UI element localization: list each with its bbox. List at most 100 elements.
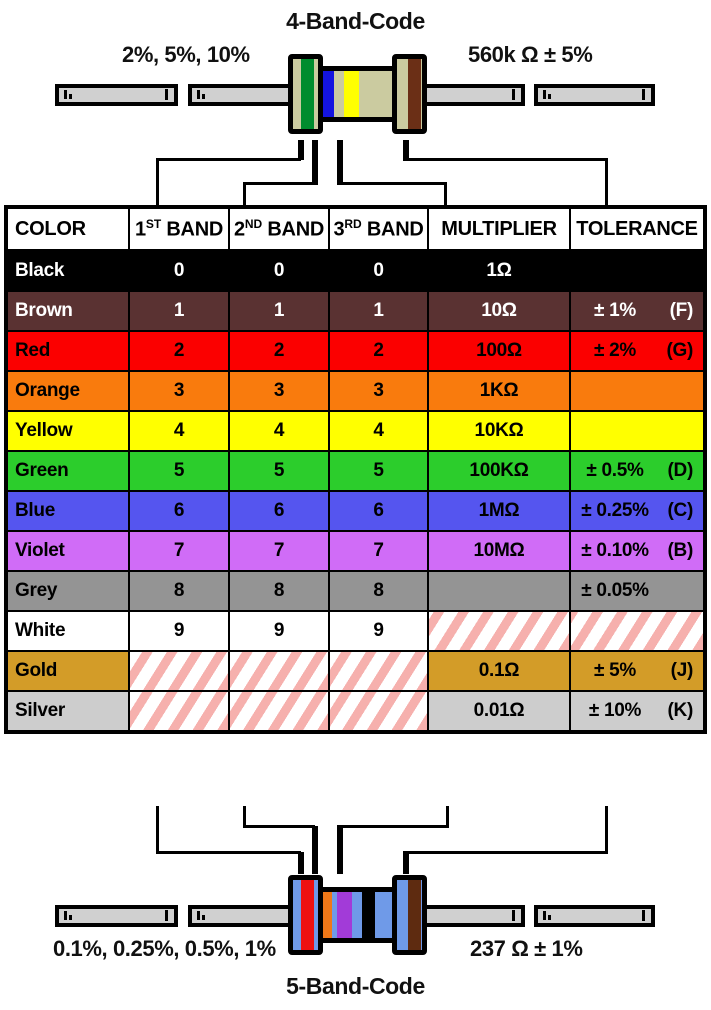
- band-violet: [337, 892, 352, 938]
- table-row: Silver 0.01Ω ± 10% (K): [5, 690, 706, 733]
- cell-band1: 4: [128, 410, 230, 452]
- table-row: Red 2 2 2 100Ω ± 2% (G): [5, 330, 706, 372]
- cell-band3: 1: [328, 290, 429, 332]
- top-left-tolerance-label: 2%, 5%, 10%: [122, 42, 250, 67]
- cell-multiplier: 10KΩ: [427, 410, 571, 452]
- table-row: Black 0 0 0 1Ω: [5, 249, 706, 292]
- cell-band1: 2: [128, 330, 230, 372]
- lead-segment: [534, 84, 655, 106]
- top-connector-brackets: [0, 134, 711, 206]
- band-green: [301, 59, 314, 129]
- cell-band3: 7: [328, 530, 429, 572]
- cell-band3: 9: [328, 610, 429, 652]
- cell-color: Orange: [5, 370, 130, 412]
- bracket-band2-stub: [312, 140, 318, 185]
- cell-band1: 9: [128, 610, 230, 652]
- cell-band1: 0: [128, 249, 230, 292]
- lead-segment: [55, 905, 178, 927]
- cell-color: Yellow: [5, 410, 130, 452]
- cell-multiplier: 100KΩ: [427, 450, 571, 492]
- lead-segment: [55, 84, 178, 106]
- cell-tolerance: ± 0.5% (D): [569, 450, 706, 492]
- cell-band2: 1: [228, 290, 330, 332]
- bottom-diagram-title: 5-Band-Code: [286, 973, 425, 999]
- cell-tolerance: ± 0.05%: [569, 570, 706, 612]
- bracket-band1-stub: [298, 140, 304, 160]
- table-body: Black 0 0 0 1Ω Brown 1 1 1 10Ω ± 1% (F) Red 2 2 2 100Ω ± …: [5, 249, 706, 733]
- cell-color: White: [5, 610, 130, 652]
- cell-band1: 3: [128, 370, 230, 412]
- cell-band2: 8: [228, 570, 330, 612]
- lead-segment: [534, 905, 655, 927]
- tolerance-code: (G): [666, 340, 693, 361]
- cell-band2: 0: [228, 249, 330, 292]
- cell-tolerance: [569, 249, 706, 292]
- cell-color: Grey: [5, 570, 130, 612]
- cell-multiplier: 1KΩ: [427, 370, 571, 412]
- cell-band1: 8: [128, 570, 230, 612]
- bracket-tolerance: [403, 158, 608, 205]
- cell-band1: 6: [128, 490, 230, 532]
- bottom-resistor-left-cap: [288, 875, 323, 955]
- cell-band1: [128, 650, 230, 692]
- cell-band3: [328, 690, 429, 733]
- tolerance-code: (D): [667, 460, 694, 481]
- cell-band2: 2: [228, 330, 330, 372]
- cell-band3: 2: [328, 330, 429, 372]
- cell-band1: [128, 690, 230, 733]
- band-brown: [408, 59, 421, 129]
- bracket-band2-bottom: [243, 806, 315, 828]
- cell-multiplier: 1MΩ: [427, 490, 571, 532]
- top-resistor-left-cap: [288, 54, 323, 134]
- bracket-band2: [243, 182, 315, 205]
- cell-tolerance: ± 2% (G): [569, 330, 706, 372]
- cell-band2: 7: [228, 530, 330, 572]
- bottom-right-value-label: 237 Ω ± 1%: [470, 936, 583, 961]
- cell-color: Red: [5, 330, 130, 372]
- cell-band2: 3: [228, 370, 330, 412]
- table-header-row: COLOR 1ST BAND 2ND BAND 3RD BAND MULTIPL…: [5, 206, 706, 252]
- table-row: Brown 1 1 1 10Ω ± 1% (F): [5, 290, 706, 332]
- cell-tolerance: [569, 370, 706, 412]
- table-row: Violet 7 7 7 10MΩ ± 0.10% (B): [5, 530, 706, 572]
- tolerance-code: (K): [667, 700, 694, 721]
- cell-multiplier: 10Ω: [427, 290, 571, 332]
- cell-band3: [328, 650, 429, 692]
- cell-band1: 1: [128, 290, 230, 332]
- bracket-band3-stub: [337, 140, 343, 185]
- cell-tolerance: ± 10% (K): [569, 690, 706, 733]
- cell-band1: 5: [128, 450, 230, 492]
- band-yellow: [344, 71, 359, 117]
- table-row: White 9 9 9: [5, 610, 706, 652]
- cell-tolerance: ± 1% (F): [569, 290, 706, 332]
- tolerance-code: (C): [667, 500, 694, 521]
- tolerance-value: ± 1%: [594, 300, 636, 321]
- header-multiplier: MULTIPLIER: [427, 206, 571, 252]
- tolerance-value: ± 0.25%: [581, 500, 649, 521]
- cell-tolerance: [569, 610, 706, 652]
- cell-band2: 9: [228, 610, 330, 652]
- tolerance-value: ± 0.5%: [586, 460, 644, 481]
- header-band2: 2ND BAND: [228, 206, 330, 252]
- cell-color: Green: [5, 450, 130, 492]
- cell-multiplier: 10MΩ: [427, 530, 571, 572]
- tolerance-value: ± 5%: [594, 660, 636, 681]
- cell-multiplier: 0.01Ω: [427, 690, 571, 733]
- cell-tolerance: [569, 410, 706, 452]
- bottom-left-tolerance-label: 0.1%, 0.25%, 0.5%, 1%: [53, 936, 276, 961]
- bracket-tolerance-stub: [403, 140, 409, 160]
- header-band3: 3RD BAND: [328, 206, 429, 252]
- band-red: [301, 880, 314, 950]
- cell-color: Violet: [5, 530, 130, 572]
- tolerance-value: ± 0.10%: [581, 540, 649, 561]
- tolerance-code: (J): [670, 660, 694, 681]
- cell-tolerance: ± 0.25% (C): [569, 490, 706, 532]
- cell-band1: 7: [128, 530, 230, 572]
- tolerance-value: ± 2%: [594, 340, 636, 361]
- table-row: Orange 3 3 3 1KΩ: [5, 370, 706, 412]
- cell-band3: 8: [328, 570, 429, 612]
- cell-tolerance: ± 5% (J): [569, 650, 706, 692]
- tolerance-code: (F): [669, 300, 694, 321]
- cell-band2: 4: [228, 410, 330, 452]
- table-row: Yellow 4 4 4 10KΩ: [5, 410, 706, 452]
